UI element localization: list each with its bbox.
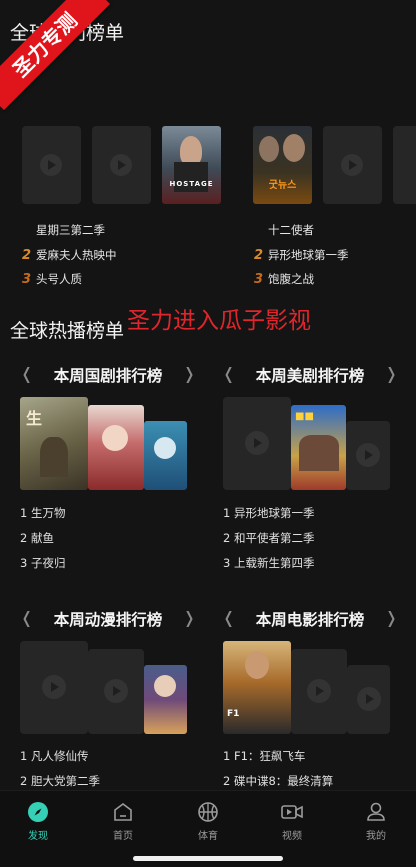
rank-row[interactable]: 3 头号人质 <box>22 271 82 287</box>
home-icon <box>114 803 132 821</box>
poster-hostage[interactable]: HOSTAGE <box>162 126 221 204</box>
board-list-item[interactable]: 2 和平使者第二季 <box>223 530 314 546</box>
rank-title: 星期三第二季 <box>36 223 105 237</box>
rank-title: 爱麻夫人热映中 <box>36 248 117 262</box>
tab-label: 发现 <box>28 831 48 842</box>
board-header-movie[interactable]: ❬ 本周电影排行榜 ❭ <box>220 606 400 632</box>
laurel-right-icon: ❭ <box>384 608 398 627</box>
rank-title: 头号人质 <box>36 272 82 286</box>
rank-title: 十二使者 <box>268 223 314 237</box>
rank-row[interactable]: 十二使者 <box>254 222 314 238</box>
tab-label: 体育 <box>198 831 218 842</box>
tab-discover[interactable]: 发现 <box>8 801 68 842</box>
poster-placeholder[interactable] <box>22 126 81 204</box>
laurel-right-icon: ❭ <box>182 364 196 383</box>
board-list-item[interactable]: 1 F1：狂飙飞车 <box>223 748 305 764</box>
rank-number: 3 <box>254 272 264 287</box>
test-ribbon: 圣力专测 <box>0 0 111 111</box>
board-list-item[interactable]: 2 胆大党第二季 <box>20 773 100 789</box>
poster-cn-drama-2[interactable] <box>88 405 144 490</box>
rank-row[interactable]: 3 饱腹之战 <box>254 271 314 287</box>
promo-overlay-text: 圣力进入瓜子影视 <box>127 308 311 334</box>
board-list-item[interactable]: 3 子夜归 <box>20 555 65 571</box>
board-list-item[interactable]: 2 献鱼 <box>20 530 54 546</box>
tab-sports[interactable]: 体育 <box>178 801 238 842</box>
rank-row[interactable]: 星期三第二季 <box>22 222 105 238</box>
board-header-anime[interactable]: ❬ 本周动漫排行榜 ❭ <box>18 606 198 632</box>
rank-title: 异形地球第一季 <box>268 248 349 262</box>
rank-row[interactable]: 2 异形地球第一季 <box>254 247 349 263</box>
poster-placeholder[interactable] <box>223 397 291 490</box>
video-icon <box>281 805 303 819</box>
play-icon <box>104 679 128 703</box>
rank-row[interactable]: 2 爱麻夫人热映中 <box>22 247 117 263</box>
tab-label: 视频 <box>282 831 302 842</box>
rank-number: 3 <box>22 272 32 287</box>
poster-glyph: 生 <box>26 409 43 428</box>
rank-number: 2 <box>254 248 264 263</box>
section-title-global-boards: 全球热播榜单 <box>10 320 125 342</box>
play-icon <box>40 154 62 176</box>
play-icon <box>307 679 331 703</box>
basketball-icon <box>198 802 218 822</box>
tab-label: 首页 <box>113 831 133 842</box>
tab-profile[interactable]: 我的 <box>346 801 406 842</box>
poster-glyph: F1 <box>227 709 240 719</box>
play-icon <box>42 675 66 699</box>
poster-caption: 굿뉴스 <box>268 180 297 191</box>
rank-number: 2 <box>22 248 32 263</box>
poster-figure <box>245 651 269 679</box>
poster-placeholder[interactable] <box>347 665 390 734</box>
poster-anime-3[interactable] <box>144 665 187 734</box>
poster-placeholder[interactable] <box>346 421 390 490</box>
board-header-us-drama[interactable]: ❬ 本周美剧排行榜 ❭ <box>220 362 400 388</box>
play-icon <box>341 154 363 176</box>
poster-movie-1[interactable]: F1 <box>223 641 291 734</box>
poster-figure <box>259 136 279 162</box>
poster-placeholder[interactable] <box>323 126 382 204</box>
poster-figure <box>154 437 176 459</box>
poster-figure <box>299 435 339 471</box>
tab-home[interactable]: 首页 <box>93 801 153 842</box>
poster-glyph: ■■ <box>295 411 314 422</box>
poster-figure <box>40 437 68 477</box>
tab-video[interactable]: 视频 <box>262 801 322 842</box>
poster-figure <box>154 675 176 697</box>
play-icon <box>110 154 132 176</box>
poster-caption: HOSTAGE <box>169 180 214 188</box>
board-title: 本周动漫排行榜 <box>53 611 163 629</box>
poster-figure <box>283 134 305 162</box>
poster-cn-drama-1[interactable]: 生 <box>20 397 88 490</box>
tab-label: 我的 <box>366 831 386 842</box>
profile-icon <box>367 802 385 821</box>
home-indicator <box>133 856 283 861</box>
rank-title: 饱腹之战 <box>268 272 314 286</box>
board-header-cn-drama[interactable]: ❬ 本周国剧排行榜 ❭ <box>18 362 198 388</box>
poster-placeholder[interactable] <box>88 649 144 734</box>
board-list-item[interactable]: 2 碟中谍8：最终清算 <box>223 773 333 789</box>
play-icon <box>356 443 380 467</box>
poster-placeholder[interactable] <box>20 641 88 734</box>
poster-cn-drama-3[interactable] <box>144 421 187 490</box>
board-list-item[interactable]: 1 生万物 <box>20 505 65 521</box>
laurel-right-icon: ❭ <box>182 608 196 627</box>
board-list-item[interactable]: 3 上载新生第四季 <box>223 555 314 571</box>
board-list-item[interactable]: 1 凡人修仙传 <box>20 748 88 764</box>
laurel-right-icon: ❭ <box>384 364 398 383</box>
poster-us-drama-2[interactable]: ■■ <box>291 405 346 490</box>
poster-placeholder[interactable] <box>393 126 416 204</box>
poster-placeholder[interactable] <box>92 126 151 204</box>
poster-figure <box>102 425 128 451</box>
compass-icon <box>28 802 48 822</box>
play-icon <box>357 687 381 711</box>
poster-goodnews[interactable]: 굿뉴스 <box>253 126 312 204</box>
board-title: 本周美剧排行榜 <box>255 367 365 385</box>
play-icon <box>245 431 269 455</box>
poster-placeholder[interactable] <box>291 649 347 734</box>
board-title: 本周电影排行榜 <box>255 611 365 629</box>
board-list-item[interactable]: 1 异形地球第一季 <box>223 505 314 521</box>
board-title: 本周国剧排行榜 <box>53 367 163 385</box>
